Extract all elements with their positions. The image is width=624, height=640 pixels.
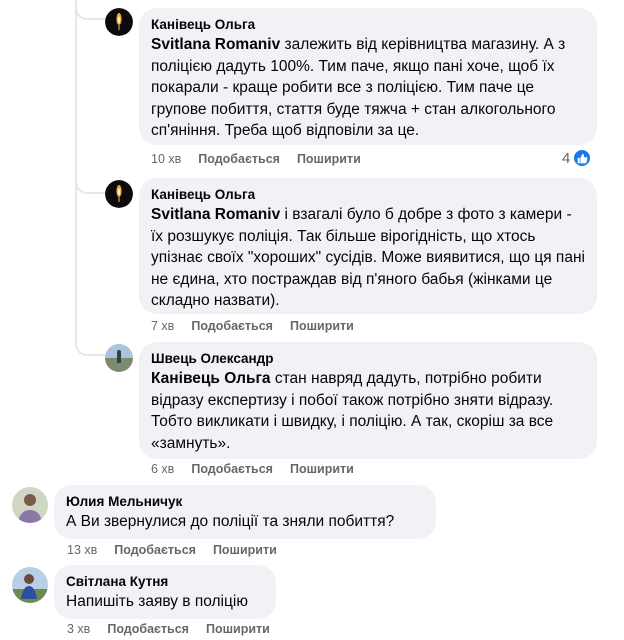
comment-time[interactable]: 7 хв <box>151 319 174 333</box>
comment-time[interactable]: 10 хв <box>151 152 181 166</box>
mention-link[interactable]: Канівець Ольга <box>151 370 271 387</box>
comment-time[interactable]: 3 хв <box>67 622 90 636</box>
mention-link[interactable]: Svitlana Romaniv <box>151 206 280 223</box>
comment-author[interactable]: Швець Олександр <box>151 350 585 368</box>
comment-actions: 7 хв Подобається Поширити <box>151 319 371 333</box>
share-button[interactable]: Поширити <box>297 152 361 166</box>
like-button[interactable]: Подобається <box>114 543 196 557</box>
comment-bubble: Юлия Мельничук А Ви звернулися до поліці… <box>54 485 436 539</box>
comment-actions: 13 хв Подобається Поширити <box>67 543 294 557</box>
share-button[interactable]: Поширити <box>206 622 270 636</box>
comment-text: Напишіть заяву в поліцію <box>66 593 248 610</box>
comment-text: Svitlana Romaniv і взагалі було б добре … <box>151 206 585 309</box>
mention-link[interactable]: Svitlana Romaniv <box>151 36 280 53</box>
comment-author[interactable]: Канівець Ольга <box>151 186 585 204</box>
avatar[interactable] <box>105 180 133 208</box>
thread-connector <box>75 170 105 194</box>
reaction-count: 4 <box>562 149 571 167</box>
thread-connector <box>75 0 105 20</box>
share-button[interactable]: Поширити <box>290 319 354 333</box>
like-button[interactable]: Подобається <box>107 622 189 636</box>
share-button[interactable]: Поширити <box>290 462 354 476</box>
comment-bubble: Світлана Кутня Напишіть заяву в поліцію <box>54 565 276 619</box>
avatar[interactable] <box>105 344 133 372</box>
comment-time[interactable]: 6 хв <box>151 462 174 476</box>
user-photo-icon <box>12 487 48 523</box>
thread-connector <box>75 332 105 356</box>
comment-time[interactable]: 13 хв <box>67 543 97 557</box>
comment-bubble: Канівець Ольга Svitlana Romaniv залежить… <box>139 8 597 145</box>
comment-actions: 6 хв Подобається Поширити <box>151 462 371 476</box>
comment-text: Svitlana Romaniv залежить від керівництв… <box>151 36 566 139</box>
comment-author[interactable]: Юлия Мельничук <box>66 493 424 511</box>
comment-text: Канівець Ольга стан навряд дадуть, потрі… <box>151 370 554 452</box>
candle-icon <box>105 8 133 36</box>
candle-icon <box>105 180 133 208</box>
avatar[interactable] <box>105 8 133 36</box>
landscape-photo-icon <box>105 344 133 372</box>
like-button[interactable]: Подобається <box>191 319 273 333</box>
comment-bubble: Швець Олександр Канівець Ольга стан навр… <box>139 342 597 459</box>
comment-actions: 10 хв Подобається Поширити <box>151 152 378 166</box>
avatar[interactable] <box>12 567 48 603</box>
like-button[interactable]: Подобається <box>198 152 280 166</box>
comment-author[interactable]: Канівець Ольга <box>151 16 585 34</box>
user-photo-icon <box>12 567 48 603</box>
avatar[interactable] <box>12 487 48 523</box>
reaction-summary[interactable]: 4 <box>562 148 593 168</box>
like-button[interactable]: Подобається <box>191 462 273 476</box>
comment-text: А Ви звернулися до поліції та зняли поби… <box>66 513 395 530</box>
thread-line-main <box>75 0 77 332</box>
comment-actions: 3 хв Подобається Поширити <box>67 622 287 636</box>
comment-author[interactable]: Світлана Кутня <box>66 573 264 591</box>
like-icon <box>572 148 593 168</box>
share-button[interactable]: Поширити <box>213 543 277 557</box>
comment-bubble: Канівець Ольга Svitlana Romaniv і взагал… <box>139 178 597 314</box>
